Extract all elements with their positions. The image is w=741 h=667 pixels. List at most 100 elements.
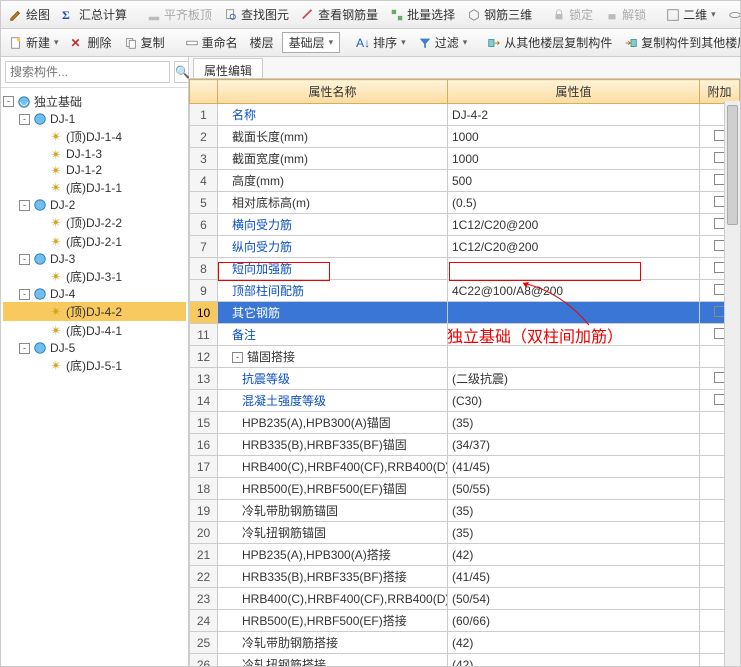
prop-value-cell[interactable]: DJ-4-2 (448, 104, 700, 126)
find-element-button[interactable]: 查找图元 (220, 4, 293, 25)
grid-row[interactable]: 21HPB235(A),HPB300(A)搭接(42) (190, 544, 740, 566)
filter-button[interactable]: 过滤▾ (414, 32, 472, 53)
prop-name-cell[interactable]: 顶部柱间配筋 (218, 280, 448, 302)
tree-node[interactable]: ✴(底)DJ-5-1 (3, 356, 186, 375)
prop-name-cell[interactable]: 混凝土强度等级 (218, 390, 448, 412)
tree-node[interactable]: ✴(底)DJ-1-1 (3, 178, 186, 197)
grid-row[interactable]: 12-锚固搭接 (190, 346, 740, 368)
prop-value-cell[interactable]: (35) (448, 412, 700, 434)
grid-row[interactable]: 20冷轧扭钢筋锚固(35) (190, 522, 740, 544)
copy-from-other-button[interactable]: 从其他楼层复制构件 (483, 32, 616, 53)
new-button[interactable]: 新建▾ (5, 32, 63, 53)
group-toggle[interactable]: - (232, 352, 243, 363)
grid-row[interactable]: 10其它钢筋 (190, 302, 740, 324)
prop-name-cell[interactable]: 冷轧扭钢筋锚固 (218, 522, 448, 544)
prop-value-cell[interactable]: (50/55) (448, 478, 700, 500)
component-tree[interactable]: -独立基础-DJ-1✴(顶)DJ-1-4✴DJ-1-3✴DJ-1-2✴(底)DJ… (1, 88, 188, 666)
grid-row[interactable]: 17HRB400(C),HRBF400(CF),RRB400(D)锚(41/45… (190, 456, 740, 478)
prop-value-cell[interactable]: 1C12/C20@200 (448, 236, 700, 258)
grid-row[interactable]: 9顶部柱间配筋4C22@100/A8@200 (190, 280, 740, 302)
prop-name-cell[interactable]: 横向受力筋 (218, 214, 448, 236)
copy-to-other-button[interactable]: 复制构件到其他楼层 (620, 32, 740, 53)
prop-value-cell[interactable]: (60/66) (448, 610, 700, 632)
prop-name-cell[interactable]: HRB400(C),HRBF400(CF),RRB400(D)搭 (218, 588, 448, 610)
prop-name-cell[interactable]: 名称 (218, 104, 448, 126)
tree-toggle[interactable]: - (19, 289, 30, 300)
tab-property-edit[interactable]: 属性编辑 (193, 58, 263, 78)
copy-button[interactable]: 复制 (120, 32, 169, 53)
batch-select-button[interactable]: 批量选择 (386, 4, 459, 25)
prop-value-cell[interactable]: (C30) (448, 390, 700, 412)
grid-row[interactable]: 19冷轧带肋钢筋锚固(35) (190, 500, 740, 522)
delete-button[interactable]: ✕删除 (67, 32, 116, 53)
prop-name-cell[interactable]: 其它钢筋 (218, 302, 448, 324)
tree-node[interactable]: ✴(底)DJ-2-1 (3, 232, 186, 251)
grid-row[interactable]: 2截面长度(mm)1000 (190, 126, 740, 148)
tree-node[interactable]: ✴(底)DJ-3-1 (3, 267, 186, 286)
rename-button[interactable]: 重命名 (181, 32, 242, 53)
tree-node[interactable]: ✴(顶)DJ-4-2 (3, 302, 186, 321)
prop-name-cell[interactable]: -锚固搭接 (218, 346, 448, 368)
tree-node[interactable]: -独立基础 (3, 92, 186, 111)
grid-row[interactable]: 24HRB500(E),HRBF500(EF)搭接(60/66) (190, 610, 740, 632)
prop-name-cell[interactable]: HRB500(E),HRBF500(EF)锚固 (218, 478, 448, 500)
vertical-scrollbar[interactable] (724, 101, 740, 666)
prop-name-cell[interactable]: 冷轧带肋钢筋锚固 (218, 500, 448, 522)
grid-row[interactable]: 25冷轧带肋钢筋搭接(42) (190, 632, 740, 654)
prop-value-cell[interactable]: (50/54) (448, 588, 700, 610)
grid-row[interactable]: 22HRB335(B),HRBF335(BF)搭接(41/45) (190, 566, 740, 588)
tree-toggle[interactable]: - (19, 343, 30, 354)
grid-row[interactable]: 14混凝土强度等级(C30) (190, 390, 740, 412)
grid-row[interactable]: 6横向受力筋1C12/C20@200 (190, 214, 740, 236)
view-button[interactable]: 俯视 (724, 4, 740, 25)
tree-node[interactable]: -DJ-3 (3, 251, 186, 267)
tree-toggle[interactable]: - (19, 254, 30, 265)
scrollbar-thumb[interactable] (727, 105, 738, 225)
prop-value-cell[interactable]: (0.5) (448, 192, 700, 214)
grid-row[interactable]: 23HRB400(C),HRBF400(CF),RRB400(D)搭(50/54… (190, 588, 740, 610)
tree-toggle[interactable]: - (19, 114, 30, 125)
search-input[interactable] (5, 61, 170, 83)
grid-row[interactable]: 1名称DJ-4-2 (190, 104, 740, 126)
prop-value-cell[interactable]: 1C12/C20@200 (448, 214, 700, 236)
two-d-button[interactable]: 二维▾ (662, 4, 720, 25)
tree-node[interactable]: ✴DJ-1-3 (3, 146, 186, 162)
prop-name-cell[interactable]: 高度(mm) (218, 170, 448, 192)
prop-value-cell[interactable] (448, 324, 700, 346)
prop-value-cell[interactable]: (35) (448, 522, 700, 544)
grid-row[interactable]: 5相对底标高(m)(0.5) (190, 192, 740, 214)
prop-name-cell[interactable]: HRB335(B),HRBF335(BF)搭接 (218, 566, 448, 588)
prop-name-cell[interactable]: 相对底标高(m) (218, 192, 448, 214)
prop-value-cell[interactable]: (二级抗震) (448, 368, 700, 390)
prop-value-cell[interactable]: (42) (448, 632, 700, 654)
tree-toggle[interactable]: - (19, 200, 30, 211)
prop-value-cell[interactable] (448, 346, 700, 368)
prop-name-cell[interactable]: 截面宽度(mm) (218, 148, 448, 170)
grid-row[interactable]: 8短向加强筋 (190, 258, 740, 280)
lock-button[interactable]: 锁定 (548, 4, 597, 25)
prop-name-cell[interactable]: 短向加强筋 (218, 258, 448, 280)
sum-button[interactable]: Σ汇总计算 (58, 4, 131, 25)
view-rebar-button[interactable]: 查看钢筋量 (297, 4, 382, 25)
grid-row[interactable]: 16HRB335(B),HRBF335(BF)锚固(34/37) (190, 434, 740, 456)
tree-node[interactable]: -DJ-5 (3, 340, 186, 356)
prop-name-cell[interactable]: 冷轧带肋钢筋搭接 (218, 632, 448, 654)
prop-name-cell[interactable]: 冷轧扭钢筋搭接 (218, 654, 448, 667)
tree-node[interactable]: ✴(顶)DJ-1-4 (3, 127, 186, 146)
prop-value-cell[interactable]: (42) (448, 544, 700, 566)
prop-name-cell[interactable]: HRB335(B),HRBF335(BF)锚固 (218, 434, 448, 456)
tree-node[interactable]: -DJ-1 (3, 111, 186, 127)
prop-name-cell[interactable]: 纵向受力筋 (218, 236, 448, 258)
tree-node[interactable]: ✴(底)DJ-4-1 (3, 321, 186, 340)
grid-row[interactable]: 18HRB500(E),HRBF500(EF)锚固(50/55) (190, 478, 740, 500)
tree-node[interactable]: -DJ-4 (3, 286, 186, 302)
prop-name-cell[interactable]: HPB235(A),HPB300(A)搭接 (218, 544, 448, 566)
tree-node[interactable]: -DJ-2 (3, 197, 186, 213)
col-value[interactable]: 属性值 (448, 80, 700, 104)
tree-node[interactable]: ✴(顶)DJ-2-2 (3, 213, 186, 232)
property-grid[interactable]: 属性名称 属性值 附加 1名称DJ-4-22截面长度(mm)10003截面宽度(… (189, 79, 740, 666)
col-attach[interactable]: 附加 (700, 80, 740, 104)
tree-node[interactable]: ✴DJ-1-2 (3, 162, 186, 178)
prop-value-cell[interactable]: (35) (448, 500, 700, 522)
prop-name-cell[interactable]: HRB500(E),HRBF500(EF)搭接 (218, 610, 448, 632)
